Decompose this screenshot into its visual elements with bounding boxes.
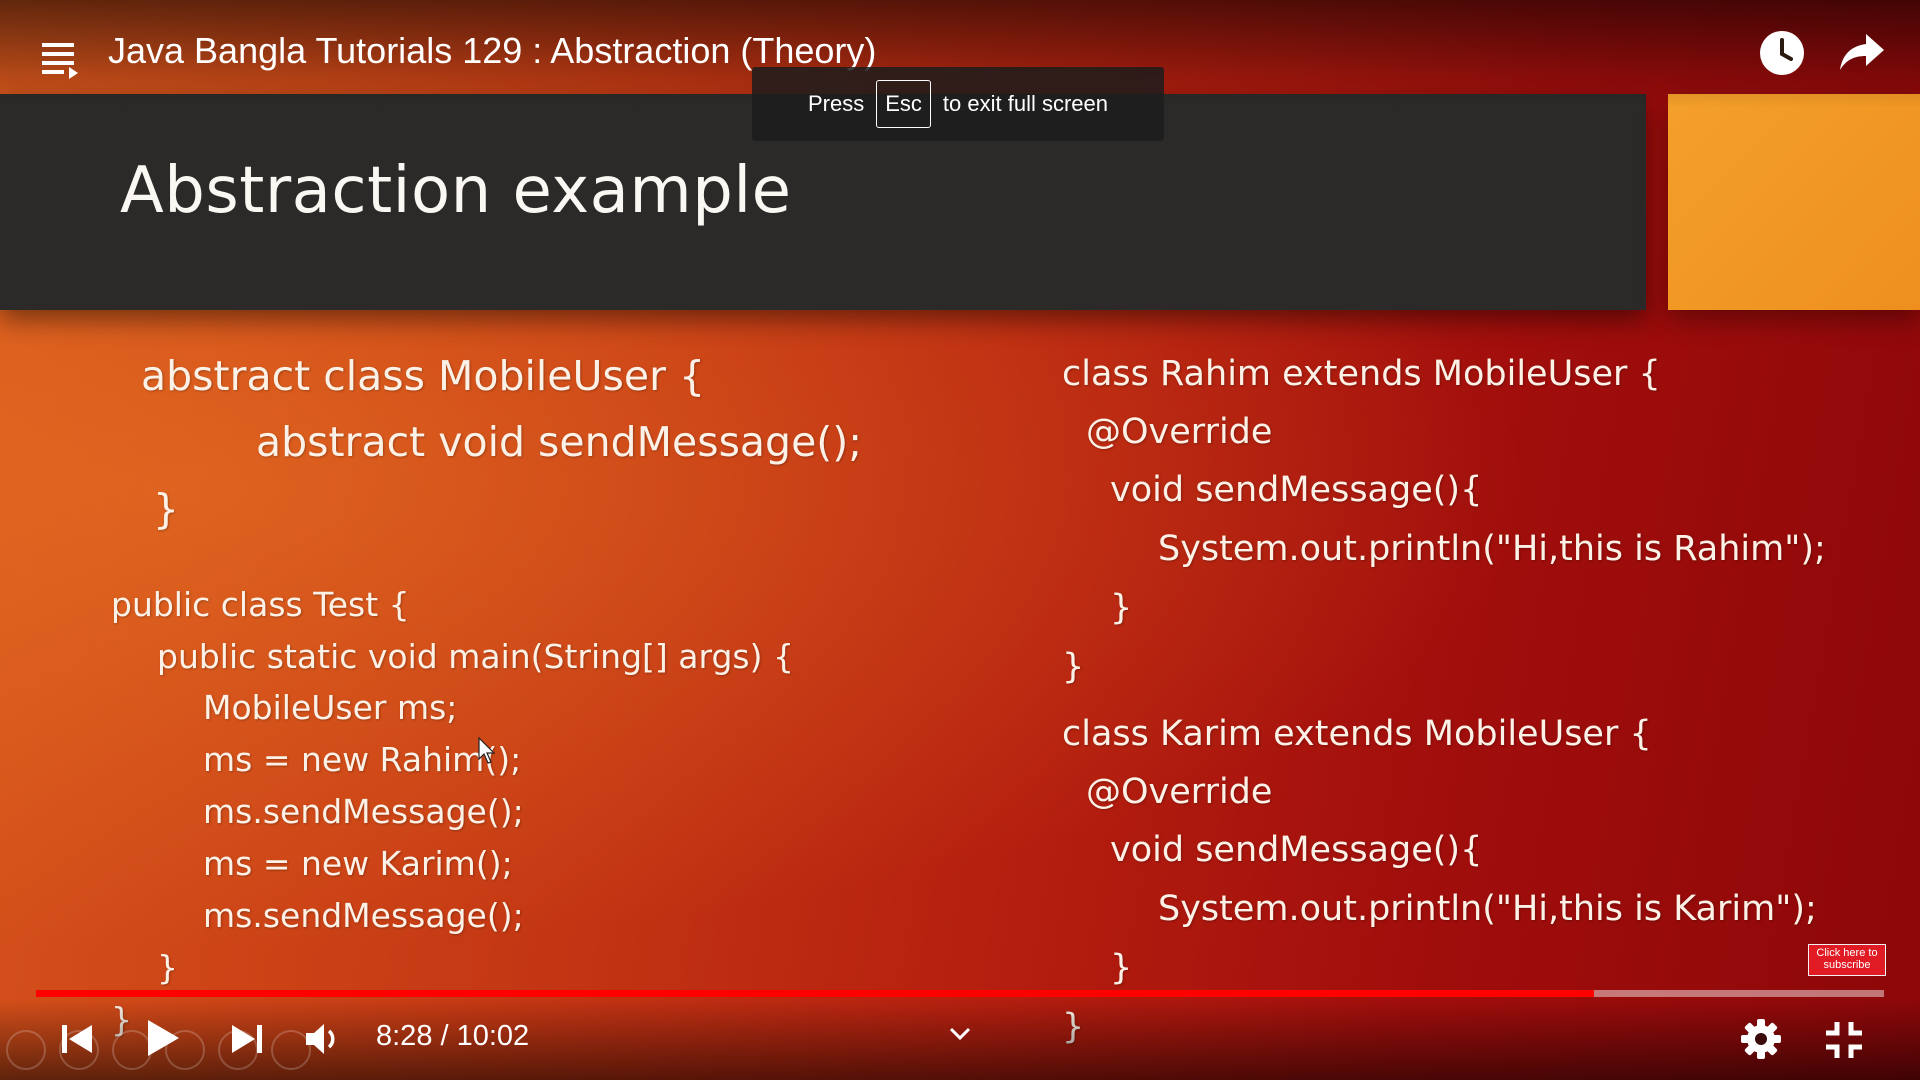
subscribe-watermark[interactable]: Click here to subscribe [1808, 944, 1886, 976]
esc-key-badge: Esc [876, 80, 931, 128]
code-line: void sendMessage(){ [1110, 830, 1483, 870]
slide-tool-icon [6, 1030, 46, 1070]
code-line: } [1062, 647, 1085, 687]
slide-title: Abstraction example [120, 154, 792, 228]
progress-bar[interactable] [36, 990, 1884, 997]
play-icon[interactable] [145, 1018, 181, 1058]
toast-exit-text: to exit full screen [942, 91, 1108, 116]
video-frame[interactable]: Abstraction example abstract class Mobil… [0, 0, 1920, 1080]
volume-icon[interactable] [304, 1020, 342, 1058]
mouse-cursor-icon [478, 737, 496, 764]
code-line: public static void main(String[] args) { [157, 637, 794, 676]
code-line: @Override [1086, 412, 1273, 452]
gear-icon[interactable] [1740, 1018, 1782, 1060]
code-line: } [157, 948, 178, 987]
code-line: public class Test { [111, 585, 410, 624]
code-line: ms.sendMessage(); [203, 896, 524, 935]
progress-played [36, 990, 1594, 997]
chevron-down-icon[interactable] [948, 1026, 972, 1042]
fullscreen-toast: Press Esc to exit full screen [752, 67, 1164, 141]
code-line: ms.sendMessage(); [203, 792, 524, 831]
subscribe-line-2: subscribe [1823, 959, 1871, 971]
code-line: } [1110, 588, 1133, 628]
video-title[interactable]: Java Bangla Tutorials 129 : Abstraction … [108, 30, 876, 72]
code-line: } [153, 485, 180, 533]
code-line: abstract class MobileUser { [141, 352, 706, 400]
code-line: @Override [1086, 772, 1273, 812]
share-icon[interactable] [1838, 32, 1886, 72]
code-line: System.out.println("Hi,this is Rahim"); [1158, 529, 1826, 569]
time-display: 8:28 / 10:02 [376, 1020, 530, 1052]
skip-previous-icon[interactable] [60, 1022, 94, 1056]
exit-fullscreen-icon[interactable] [1824, 1020, 1864, 1060]
playlist-icon[interactable] [40, 38, 82, 80]
code-line: System.out.println("Hi,this is Karim"); [1158, 889, 1817, 929]
toast-press-text: Press [807, 91, 865, 116]
code-line: ms = new Karim(); [203, 844, 513, 883]
code-line: void sendMessage(){ [1110, 470, 1483, 510]
code-line: class Rahim extends MobileUser { [1062, 354, 1661, 394]
code-line: ms = new Rahim(); [203, 740, 522, 779]
clock-icon[interactable] [1759, 30, 1805, 76]
code-line: abstract void sendMessage(); [256, 418, 863, 466]
code-line: class Karim extends MobileUser { [1062, 714, 1652, 754]
code-line: } [1110, 948, 1133, 988]
slide-accent-block [1668, 94, 1920, 310]
code-line: MobileUser ms; [203, 688, 458, 727]
skip-next-icon[interactable] [230, 1022, 264, 1056]
